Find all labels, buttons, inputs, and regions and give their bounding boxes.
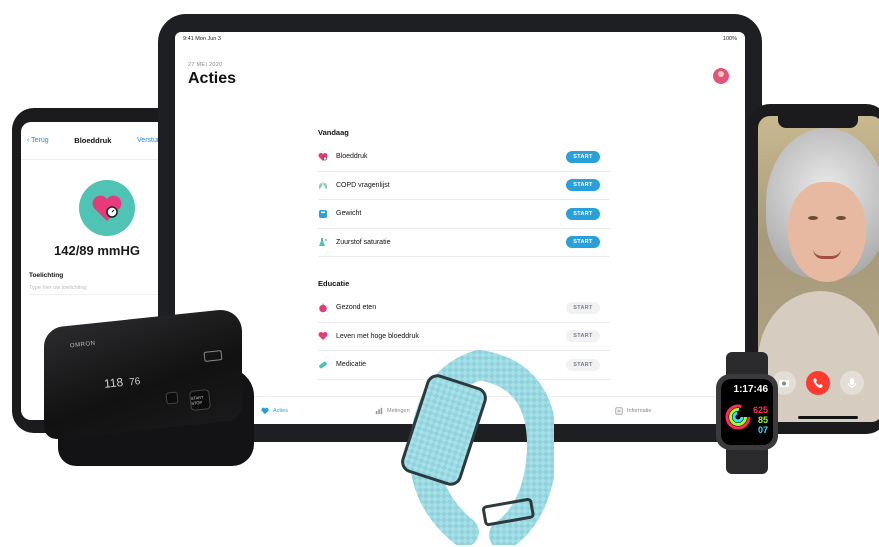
apple-icon (318, 303, 328, 313)
fitness-tracker (384, 340, 558, 547)
caller-eye (836, 216, 846, 220)
caller-eye (808, 216, 818, 220)
item-label: Gewicht (336, 210, 362, 218)
start-button[interactable]: START (566, 301, 600, 314)
microphone-icon (848, 378, 856, 389)
bp-reading: 142/89 mmHG (54, 243, 140, 258)
watch-time: 1:17:46 (733, 384, 768, 395)
mute-button[interactable] (840, 371, 864, 395)
avatar[interactable] (713, 68, 729, 84)
item-label: Bloeddruk (336, 153, 368, 161)
caller-face (788, 182, 866, 282)
list-icon (615, 406, 623, 415)
lungs-icon (318, 180, 328, 190)
start-button[interactable]: START (566, 207, 600, 220)
diastolic-value: 76 (128, 376, 141, 389)
item-label: Leven met hoge bloeddruk (336, 332, 419, 340)
phone-icon (813, 378, 823, 388)
heart-icon (318, 331, 328, 341)
monitor-body (44, 307, 242, 441)
education-heading: Educatie (318, 279, 350, 288)
home-indicator (798, 416, 858, 419)
status-bar: 9:41 Mon Jun 3 100% (183, 36, 737, 42)
oxygen-icon (318, 237, 328, 247)
start-button[interactable]: START (566, 150, 600, 163)
today-heading: Vandaag (318, 128, 349, 137)
list-item[interactable]: Gewicht START (318, 200, 610, 229)
end-call-button[interactable] (806, 371, 830, 395)
monitor-secondary-button[interactable] (165, 391, 179, 405)
list-item[interactable]: Bloeddruk START (318, 143, 610, 172)
back-button[interactable]: ‹ Terug (27, 137, 49, 144)
pill-icon (318, 360, 328, 370)
heart-icon (261, 407, 269, 414)
start-stop-button[interactable]: START STOP (189, 389, 211, 411)
watch-band (726, 446, 768, 474)
note-label: Toelichting (29, 272, 64, 279)
page-date: 27 MEI 2020 (188, 62, 223, 68)
today-section: Vandaag Bloeddruk START COPD vragenlijst… (318, 128, 610, 257)
page-title: Acties (188, 70, 237, 87)
start-button[interactable]: START (566, 330, 600, 343)
bluetooth-icon (203, 350, 223, 362)
list-item[interactable]: Gezond eten START (318, 294, 610, 323)
back-label: Terug (31, 137, 49, 144)
status-time: 9:41 Mon Jun 3 (183, 36, 221, 42)
list-item[interactable]: COPD vragenlijst START (318, 172, 610, 200)
status-battery: 100% (722, 36, 737, 42)
tab-label: Informatie (627, 407, 652, 414)
start-stop-label: START STOP (190, 394, 204, 406)
start-button[interactable]: START (566, 358, 600, 371)
list-item[interactable]: Zuurstof saturatie START (318, 229, 610, 257)
note-input[interactable]: Type hier uw toelichting (29, 285, 169, 295)
move-value: 625 (752, 405, 768, 415)
scale-icon (318, 209, 328, 219)
nav-title: Bloeddruk (74, 136, 112, 145)
item-label: Gezond eten (336, 304, 377, 312)
stand-value: 07 (757, 425, 768, 435)
tracker-band (401, 350, 558, 547)
exercise-value: 85 (757, 415, 768, 425)
activity-rings-icon (725, 404, 751, 430)
start-button[interactable]: START (566, 179, 600, 192)
item-label: Zuurstof saturatie (336, 238, 391, 246)
chart-icon (375, 407, 383, 414)
systolic-value: 118 (103, 374, 124, 391)
blood-pressure-monitor: OMRON 118 76 START STOP (44, 307, 254, 468)
blood-pressure-icon (79, 180, 135, 236)
tab-label: Acties (273, 407, 288, 414)
start-button[interactable]: START (566, 236, 600, 249)
phone-notch (778, 116, 858, 128)
tab-acties[interactable]: Acties (261, 407, 288, 415)
heart-gauge-icon (318, 152, 328, 162)
item-label: COPD vragenlijst (336, 181, 390, 189)
smart-watch: 1:17:46 625 85 07 (712, 352, 782, 474)
nav-bar: ‹ Terug Bloeddruk Versturen (21, 122, 173, 160)
tab-informatie[interactable]: Informatie (615, 406, 652, 415)
watch-screen: 1:17:46 625 85 07 (721, 379, 773, 445)
